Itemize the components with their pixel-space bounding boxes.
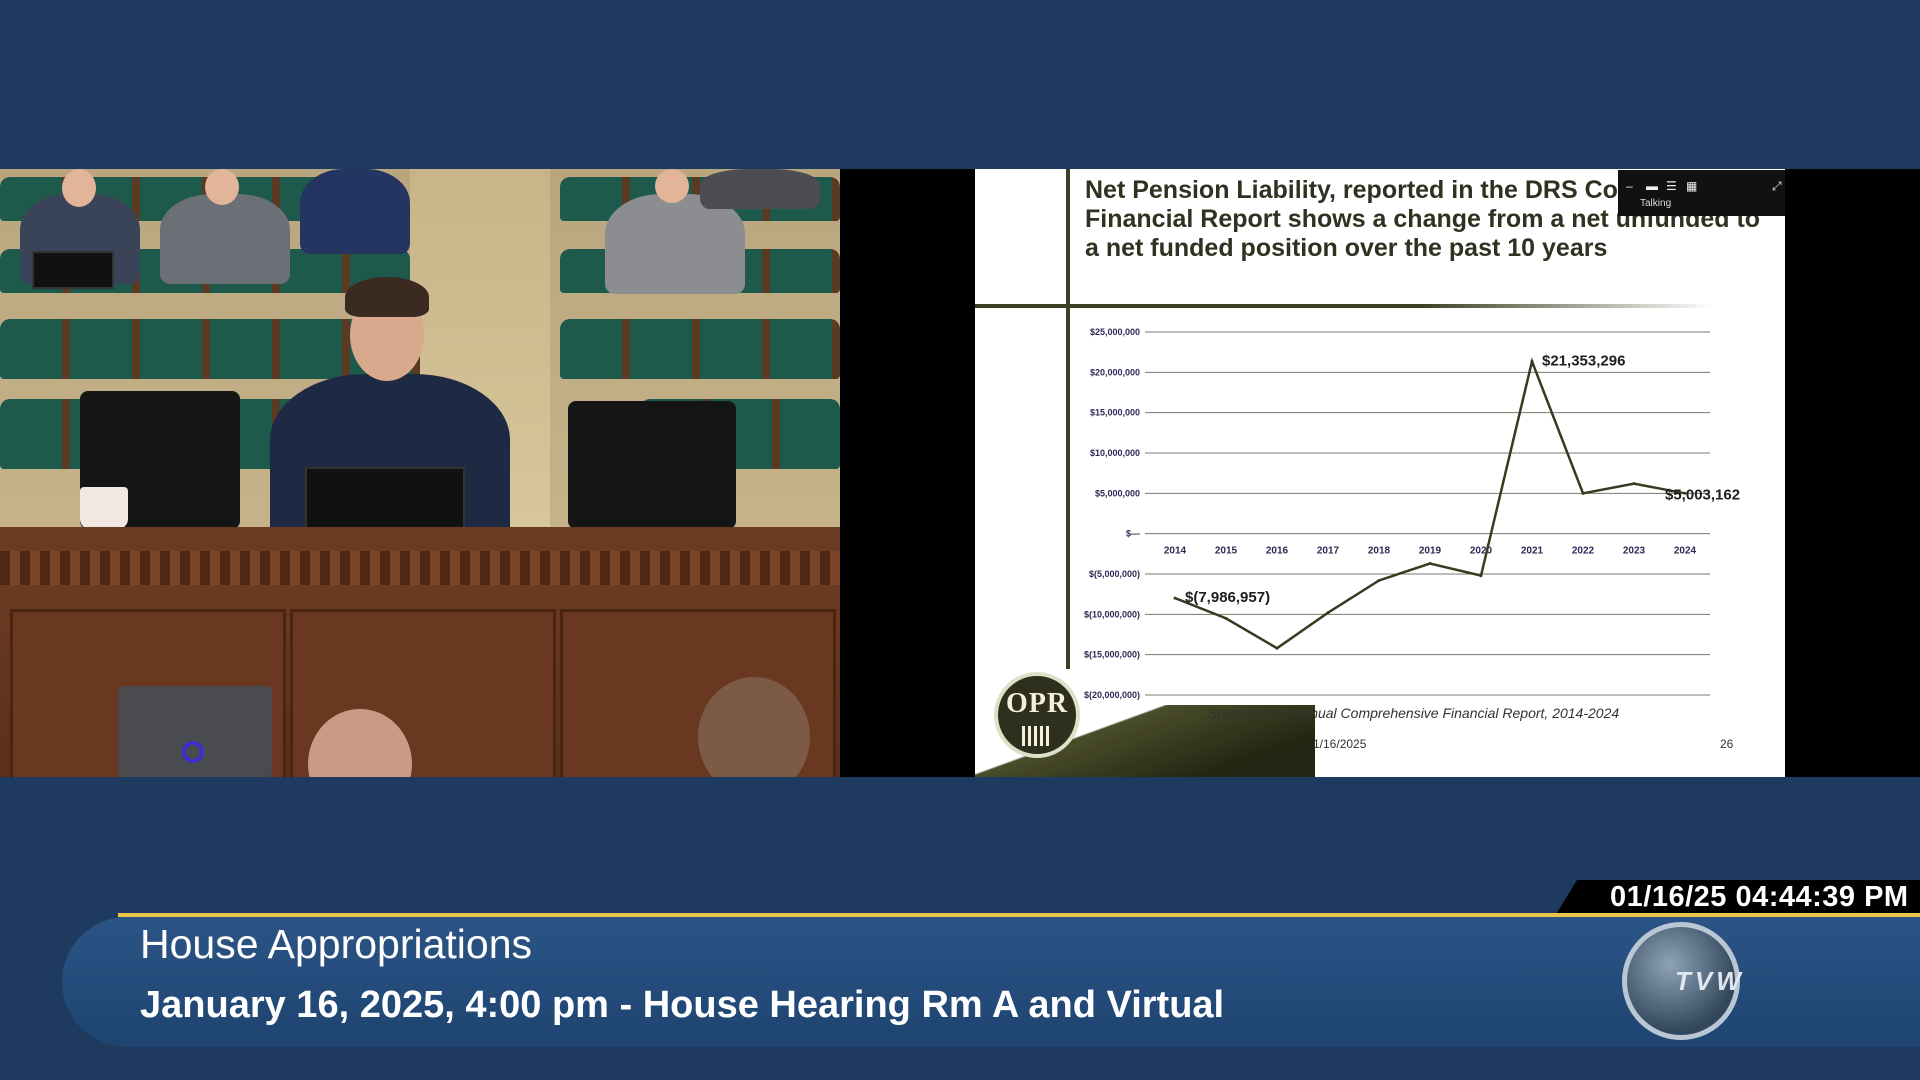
x-tick-label: 2023 — [1623, 546, 1646, 557]
y-tick-label: $— — [1126, 529, 1140, 539]
audience-member — [300, 169, 410, 254]
data-point — [1326, 611, 1330, 615]
audience-member — [160, 194, 290, 284]
talking-indicator: Talking — [1640, 198, 1672, 209]
x-tick-label: 2021 — [1521, 546, 1544, 557]
slide-horizontal-rule — [975, 304, 1715, 308]
y-tick-label: $15,000,000 — [1090, 408, 1140, 418]
x-tick-label: 2016 — [1266, 546, 1289, 557]
audience-chairs — [560, 319, 840, 379]
data-label: $21,353,296 — [1542, 352, 1625, 369]
x-tick-label: 2024 — [1674, 546, 1697, 557]
data-point — [1275, 646, 1279, 650]
data-label: $5,003,162 — [1665, 486, 1740, 503]
data-point — [1428, 562, 1432, 566]
committee-title: House Appropriations — [140, 921, 533, 967]
y-tick-label: $(10,000,000) — [1084, 609, 1140, 619]
data-label: $(7,986,957) — [1185, 589, 1270, 606]
empty-witness-chair — [568, 401, 736, 529]
opr-logo-text: OPR — [1005, 688, 1069, 719]
hearing-details: January 16, 2025, 4:00 pm - House Hearin… — [140, 984, 1225, 1026]
y-tick-label: $(5,000,000) — [1089, 569, 1140, 579]
opr-logo-columns-icon — [1022, 726, 1052, 746]
x-tick-label: 2015 — [1215, 546, 1238, 557]
minimize-icon[interactable]: – — [1626, 179, 1633, 193]
meeting-speaker-overlay — [1618, 170, 1785, 216]
list-view-icon[interactable]: ☰ — [1666, 179, 1677, 193]
x-tick-label: 2017 — [1317, 546, 1340, 557]
witness-laptop — [305, 467, 465, 533]
data-point — [1632, 482, 1636, 486]
audience-member — [605, 194, 745, 294]
y-tick-label: $20,000,000 — [1090, 367, 1140, 377]
audience-member — [700, 169, 820, 209]
x-tick-label: 2020 — [1470, 546, 1493, 557]
x-tick-label: 2014 — [1164, 546, 1187, 557]
audience-member-head — [205, 169, 239, 205]
speaker-device — [118, 686, 272, 777]
broadcast-timestamp: 01/16/25 04:44:39 PM — [1610, 881, 1909, 913]
witness-desk-top — [0, 527, 840, 549]
y-tick-label: $(15,000,000) — [1084, 650, 1140, 660]
record-indicator-icon — [182, 741, 204, 763]
tvw-logo-text: TVW — [1675, 966, 1745, 996]
laptop — [32, 251, 114, 289]
y-tick-label: $5,000,000 — [1095, 488, 1140, 498]
witness-hair — [345, 277, 429, 317]
slide-date: 1/16/2025 — [1313, 737, 1367, 751]
net-pension-liability-chart: $25,000,000 $20,000,000 $15,000,000 $10,000… — [1084, 327, 1740, 700]
data-point — [1530, 359, 1534, 363]
data-point — [1581, 491, 1585, 495]
slide-page-number: 26 — [1720, 737, 1734, 751]
data-point — [1377, 578, 1381, 582]
data-point — [1173, 596, 1177, 600]
data-point — [1479, 574, 1483, 578]
y-tick-label: $(20,000,000) — [1084, 690, 1140, 700]
slide-source: Source: DRS Annual Comprehensive Financi… — [1208, 705, 1620, 721]
y-tick-label: $10,000,000 — [1090, 448, 1140, 458]
water-pitcher — [80, 487, 128, 529]
audience-member-head — [62, 169, 96, 207]
x-tick-label: 2018 — [1368, 546, 1391, 557]
speaker-view-icon[interactable]: ▬ — [1646, 179, 1658, 193]
y-tick-label: $25,000,000 — [1090, 327, 1140, 337]
opr-logo: OPR — [994, 672, 1080, 758]
expand-icon[interactable]: ⤢ — [1772, 179, 1782, 194]
camera-feed — [0, 169, 840, 777]
x-tick-label: 2022 — [1572, 546, 1595, 557]
witness-desk-carving — [0, 551, 840, 585]
grid-view-icon[interactable]: ▦ — [1686, 179, 1697, 193]
audience-member-head — [655, 169, 689, 203]
x-tick-label: 2019 — [1419, 546, 1442, 557]
data-point — [1224, 616, 1228, 620]
